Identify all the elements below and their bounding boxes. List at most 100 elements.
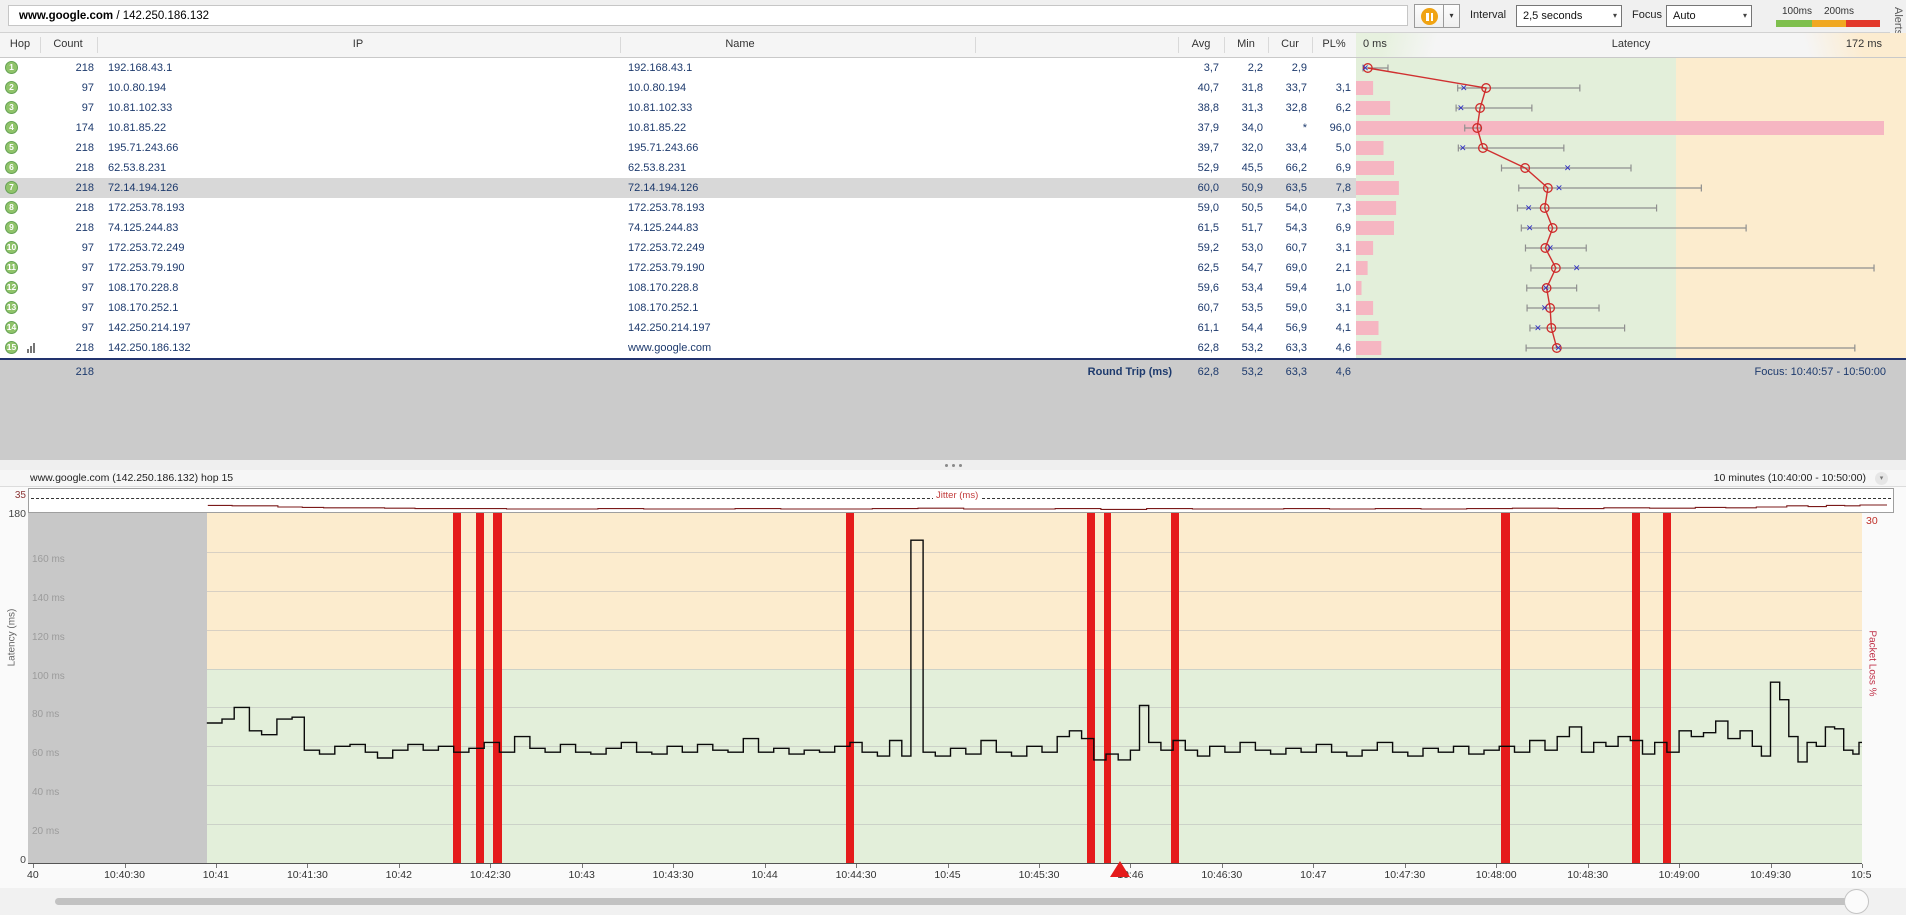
hop-min: 34,0 [1241, 122, 1263, 134]
y-axis-title: Latency (ms) [6, 608, 18, 667]
hop-count: 218 [75, 222, 94, 234]
hop-cur: 59,0 [1285, 302, 1307, 314]
hop-cell: 1 [0, 58, 40, 78]
col-header-avg[interactable]: Avg [1192, 38, 1211, 50]
svg-text:✕: ✕ [1555, 184, 1563, 194]
hop-cur: 33,7 [1285, 82, 1307, 94]
col-header-name[interactable]: Name [725, 38, 754, 50]
hop-row[interactable]: 9 218 74.125.244.83 74.125.244.83 61,5 51,7 54… [0, 218, 1356, 238]
chevron-down-icon[interactable]: ▾ [1875, 472, 1888, 485]
hop-ip: 108.170.228.8 [108, 282, 179, 294]
col-header-count[interactable]: Count [53, 38, 82, 50]
legend-orange-segment [1812, 20, 1846, 27]
caret-down-icon: ▾ [1449, 11, 1454, 20]
hop-pl: 4,6 [1335, 342, 1351, 354]
target-ip: 142.250.186.132 [122, 10, 210, 22]
svg-text:✕: ✕ [1361, 64, 1369, 74]
time-range-selector[interactable]: 10 minutes (10:40:00 - 10:50:00) [1714, 470, 1866, 486]
hop-cell: 4 [0, 118, 40, 138]
pane-splitter-handle[interactable] [0, 460, 1906, 470]
hop-min: 50,9 [1241, 182, 1263, 194]
hop-row[interactable]: 12 97 108.170.228.8 108.170.228.8 59,6 53,4 59… [0, 278, 1356, 298]
time-axis-label: 10:47 [1300, 869, 1327, 881]
hop-min: 31,8 [1241, 82, 1263, 94]
summary-cur: 63,3 [1285, 366, 1307, 378]
col-header-min[interactable]: Min [1237, 38, 1255, 50]
hop-pl: 3,1 [1335, 242, 1351, 254]
hop-row[interactable]: 7 218 72.14.194.126 72.14.194.126 60,0 50,9 63… [0, 178, 1356, 198]
svg-text:✕: ✕ [1525, 204, 1533, 214]
hop-row[interactable]: 1 218 192.168.43.1 192.168.43.1 3,7 2,2 2,9 [0, 58, 1356, 78]
timeline-scrollbar[interactable] [55, 898, 1848, 905]
hop-number-badge: 12 [5, 281, 18, 294]
time-axis-label: 10:40:30 [104, 869, 145, 881]
col-header-cur[interactable]: Cur [1281, 38, 1299, 50]
col-header-ip[interactable]: IP [353, 38, 363, 50]
time-axis-label: 10:41:30 [286, 869, 328, 881]
hop-row[interactable]: 11 97 172.253.79.190 172.253.79.190 62,5 54,7… [0, 258, 1356, 278]
hop-name: 10.0.80.194 [628, 82, 687, 94]
hop-cur: 69,0 [1285, 262, 1307, 274]
focus-select[interactable]: Auto ▾ [1666, 5, 1752, 27]
hop-avg: 59,2 [1197, 242, 1219, 254]
col-header-hop[interactable]: Hop [10, 38, 30, 50]
hop-row[interactable]: 2 97 10.0.80.194 10.0.80.194 40,7 31,8 33,7 3,1 [0, 78, 1356, 98]
hop-avg: 37,9 [1197, 122, 1219, 134]
hop-count: 97 [81, 302, 94, 314]
time-axis: 40 10:40:30 10:41 10:41:30 10:42 10:42:30 10:4… [27, 864, 1888, 884]
hop-ip: 172.253.79.190 [108, 262, 185, 274]
legend-label-100ms: 100ms [1782, 6, 1813, 17]
hop-number-badge: 11 [5, 261, 18, 274]
hop-cur: 66,2 [1285, 162, 1307, 174]
jitter-line-label: Jitter (ms) [933, 490, 982, 501]
packet-loss-axis-max-label: 30 [1866, 515, 1878, 527]
round-trip-summary-row[interactable]: 218 Round Trip (ms) 62,8 53,2 63,3 4,6 F… [0, 360, 1906, 384]
hop-cell: 7 [0, 178, 40, 198]
upper-pane-empty-area [0, 384, 1906, 460]
hop-avg: 38,8 [1197, 102, 1219, 114]
hop-min: 53,0 [1241, 242, 1263, 254]
timeline-scrollbar-thumb[interactable] [1844, 889, 1869, 914]
hop-avg: 3,7 [1203, 62, 1219, 74]
hop-cell: 3 [0, 98, 40, 118]
hop-name: 172.253.72.249 [628, 242, 705, 254]
hop-row[interactable]: 6 218 62.53.8.231 62.53.8.231 52,9 45,5 66,2 6,… [0, 158, 1356, 178]
hop-row[interactable]: 5 218 195.71.243.66 195.71.243.66 39,7 32,0 33… [0, 138, 1356, 158]
hop-row[interactable]: 14 97 142.250.214.197 142.250.214.197 61,1 54… [0, 318, 1356, 338]
latency-scale-title: Latency [1611, 38, 1651, 50]
hop-avg: 60,0 [1197, 182, 1219, 194]
timeline-scrollbar-zone [0, 888, 1906, 915]
hop-ip: 72.14.194.126 [108, 182, 179, 194]
legend-green-segment [1776, 20, 1812, 27]
hop-pl: 3,1 [1335, 302, 1351, 314]
hop-row[interactable]: 4 174 10.81.85.22 10.81.85.22 37,9 34,0 * 96,0 [0, 118, 1356, 138]
hop-row[interactable]: 13 97 108.170.252.1 108.170.252.1 60,7 53,5 59… [0, 298, 1356, 318]
hop-row[interactable]: 10 97 172.253.72.249 172.253.72.249 59,2 53,0… [0, 238, 1356, 258]
hop-row[interactable]: 15 218 142.250.186.132 www.google.com 62,8 53… [0, 338, 1356, 358]
hop-count: 218 [75, 142, 94, 154]
time-axis-label: 10:43:30 [652, 869, 694, 881]
interval-value: 2,5 seconds [1523, 10, 1583, 22]
hop-avg: 61,5 [1197, 222, 1219, 234]
time-axis-label: 10:43 [568, 869, 595, 881]
col-header-pl[interactable]: PL% [1322, 38, 1345, 50]
svg-text:✕: ✕ [1534, 324, 1542, 334]
hop-pl: 4,1 [1335, 322, 1351, 334]
hop-ip: 62.53.8.231 [108, 162, 167, 174]
target-separator: / [113, 10, 123, 22]
summary-avg: 62,8 [1197, 366, 1219, 378]
pause-button[interactable] [1414, 4, 1444, 28]
hop-row[interactable]: 8 218 172.253.78.193 172.253.78.193 59,0 50,5… [0, 198, 1356, 218]
timeline-header: www.google.com (142.250.186.132) hop 15 … [0, 470, 1906, 487]
trace-table-body: 1 218 192.168.43.1 192.168.43.1 3,7 2,2 2,9 2 97… [0, 58, 1906, 358]
pause-dropdown-button[interactable]: ▾ [1443, 4, 1460, 28]
svg-text:✕: ✕ [1542, 284, 1550, 294]
hop-ip: 10.81.85.22 [108, 122, 167, 134]
legend-label-200ms: 200ms [1824, 6, 1855, 17]
hop-row[interactable]: 3 97 10.81.102.33 10.81.102.33 38,8 31,3 32,8 6… [0, 98, 1356, 118]
hop-number-badge: 10 [5, 241, 18, 254]
interval-select[interactable]: 2,5 seconds ▾ [1516, 5, 1622, 27]
focus-marker-triangle[interactable] [1110, 861, 1130, 877]
hop-avg: 40,7 [1197, 82, 1219, 94]
caret-down-icon: ▾ [1742, 11, 1747, 20]
